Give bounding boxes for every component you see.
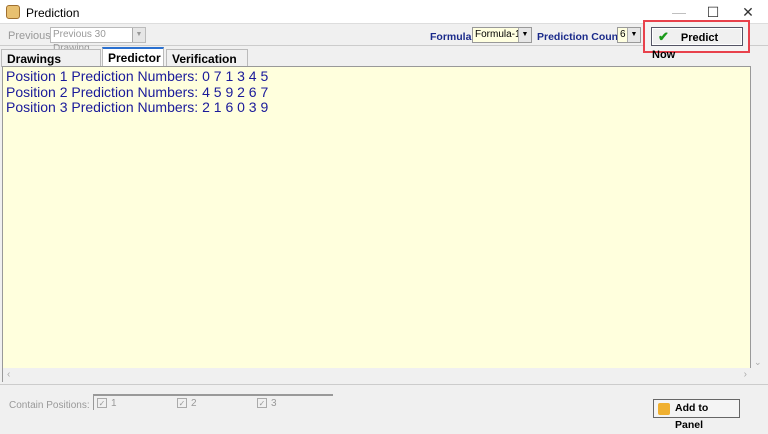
count-value: 6 bbox=[620, 29, 626, 40]
chevron-left-icon[interactable]: ‹ bbox=[7, 369, 10, 380]
tab-predictor[interactable]: Predictor bbox=[102, 47, 164, 67]
prediction-output[interactable]: Position 1 Prediction Numbers: 0 7 1 3 4… bbox=[2, 66, 751, 382]
prediction-line: Position 3 Prediction Numbers: 2 1 6 0 3… bbox=[6, 99, 269, 115]
previous-label: Previous: bbox=[8, 30, 54, 42]
contain-positions-label: Contain Positions: bbox=[9, 400, 90, 411]
tab-bar: Drawings Trend Predictor Verification bbox=[0, 47, 768, 80]
chevron-down-icon: ▼ bbox=[132, 28, 145, 42]
prediction-count-select[interactable]: 6 ▼ bbox=[617, 27, 641, 43]
position-checkbox-3[interactable]: ✓ 3 bbox=[257, 398, 277, 409]
checkbox-icon: ✓ bbox=[257, 398, 267, 408]
predict-now-button[interactable]: ✔ Predict Now bbox=[651, 27, 743, 61]
prediction-count-label: Prediction Count: bbox=[537, 31, 626, 43]
checkbox-icon: ✓ bbox=[177, 398, 187, 408]
position-label: 2 bbox=[191, 398, 197, 409]
tab-drawings-trend[interactable]: Drawings Trend bbox=[1, 49, 101, 80]
bottom-bar: Contain Positions: ✓ 1 ✓ 2 ✓ 3 Add to Panel bbox=[0, 384, 768, 431]
chevron-down-icon: ▼ bbox=[627, 28, 640, 42]
position-label: 1 bbox=[111, 398, 117, 409]
maximize-button[interactable]: ☐ bbox=[698, 2, 728, 22]
chevron-right-icon[interactable]: › bbox=[744, 369, 747, 380]
chevron-down-icon[interactable]: ⌄ bbox=[754, 357, 762, 368]
position-label: 3 bbox=[271, 398, 277, 409]
horizontal-scrollbar[interactable]: ‹ › bbox=[3, 368, 751, 382]
checkmark-icon: ✔ bbox=[658, 29, 669, 44]
position-checkbox-1[interactable]: ✓ 1 bbox=[97, 398, 117, 409]
close-button[interactable]: ✕ bbox=[733, 2, 763, 22]
minimize-button[interactable]: — bbox=[664, 2, 694, 22]
add-to-panel-button[interactable]: Add to Panel bbox=[653, 399, 740, 431]
formula-select[interactable]: Formula-1 ▼ bbox=[472, 27, 532, 43]
formula-label: Formula: bbox=[430, 31, 475, 43]
vertical-scrollbar[interactable]: ⌄ bbox=[751, 66, 765, 368]
checkbox-icon: ✓ bbox=[97, 398, 107, 408]
prediction-line: Position 1 Prediction Numbers: 0 7 1 3 4… bbox=[6, 68, 269, 84]
previous-select[interactable]: Previous 30 Drawing▼ bbox=[50, 27, 146, 54]
chevron-down-icon: ▼ bbox=[518, 28, 531, 42]
positions-group: ✓ 1 ✓ 2 ✓ 3 bbox=[93, 394, 333, 410]
window-title: Prediction bbox=[26, 6, 80, 20]
tab-verification[interactable]: Verification bbox=[166, 49, 248, 67]
add-panel-icon bbox=[658, 403, 670, 415]
position-checkbox-2[interactable]: ✓ 2 bbox=[177, 398, 197, 409]
app-icon bbox=[6, 5, 20, 19]
formula-value: Formula-1 bbox=[475, 29, 521, 40]
prediction-line: Position 2 Prediction Numbers: 4 5 9 2 6… bbox=[6, 83, 269, 100]
